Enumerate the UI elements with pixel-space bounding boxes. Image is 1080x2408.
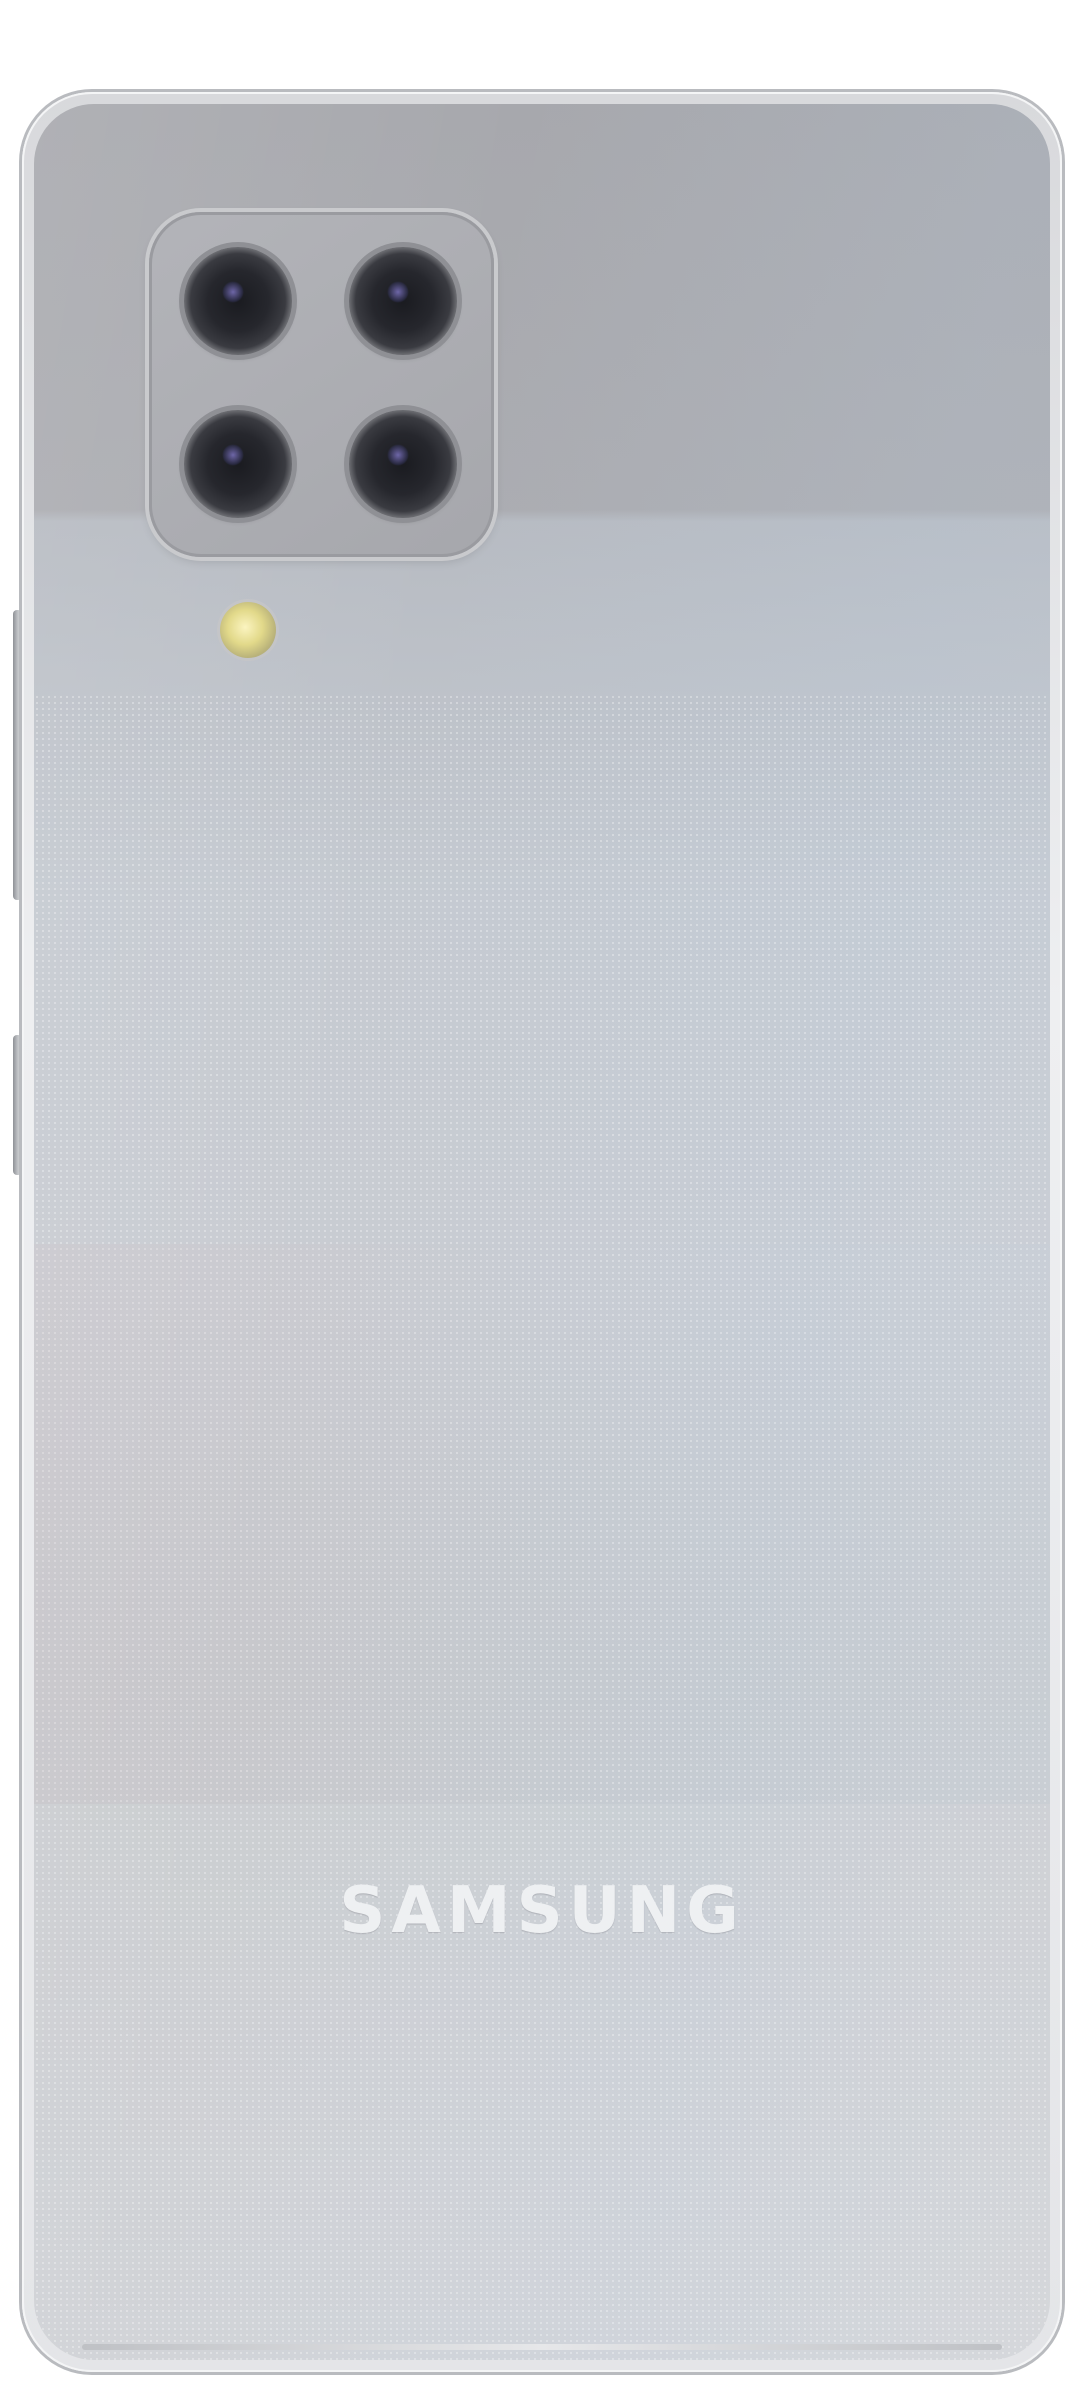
camera-lens-icon: [184, 247, 292, 355]
brand-logo: SAMSUNG: [339, 1874, 745, 1948]
flash-icon: [220, 602, 276, 658]
phone-body: SAMSUNG: [22, 92, 1062, 2372]
back-panel: SAMSUNG: [34, 104, 1050, 2360]
bottom-edge: [82, 2344, 1002, 2350]
volume-button: [13, 610, 22, 900]
camera-lens-icon: [184, 410, 292, 518]
camera-module: [149, 212, 494, 557]
camera-lens-icon: [349, 410, 457, 518]
product-photo: SAMSUNG: [0, 0, 1080, 2408]
power-button: [13, 1035, 22, 1175]
camera-lens-icon: [349, 247, 457, 355]
color-band: [34, 1244, 1050, 1804]
